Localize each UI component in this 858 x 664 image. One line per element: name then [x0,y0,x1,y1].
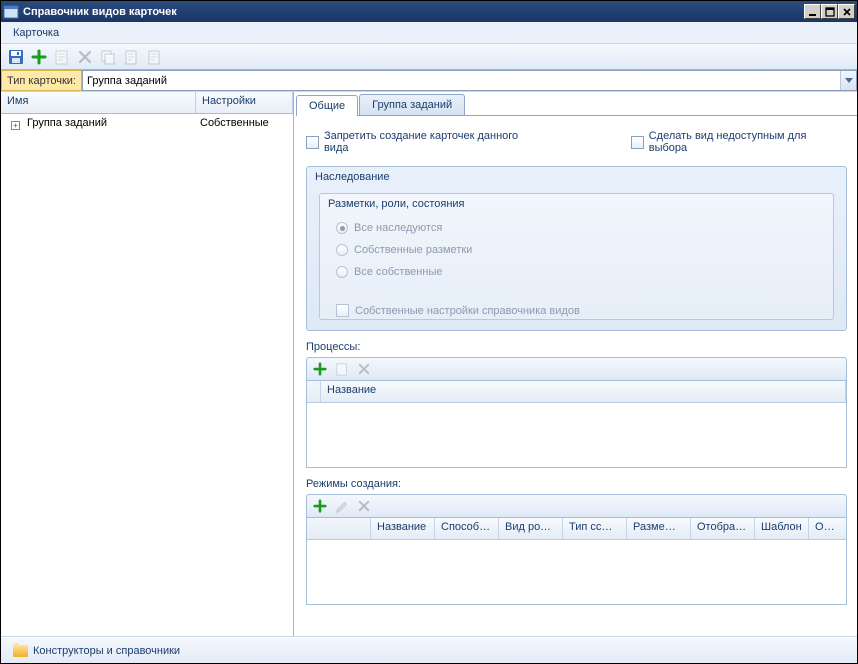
tree-col-settings[interactable]: Настройки [196,92,293,113]
processes-grid-header: Название [307,381,846,403]
status-constructors-label: Конструкторы и справочники [33,645,180,657]
modes-col-placement[interactable]: Размеще... [627,518,691,539]
modes-col-parent-kind[interactable]: Вид роди... [499,518,563,539]
tab-general[interactable]: Общие [296,95,358,116]
mode-delete-icon [356,498,372,514]
modes-grid: Название Способ с... Вид роди... Тип ссы… [306,518,847,605]
modes-col-template[interactable]: Шаблон [755,518,809,539]
doc1-icon [122,48,140,66]
folder-icon [13,645,28,657]
radio-own-layouts-label: Собственные разметки [354,244,472,256]
checks-row: Запретить создание карточек данного вида… [306,130,847,154]
processes-col-name[interactable]: Название [321,381,846,402]
check-own-settings-label: Собственные настройки справочника видов [355,305,580,317]
modes-col-link-type[interactable]: Тип ссылки [563,518,627,539]
modes-grid-header: Название Способ с... Вид роди... Тип ссы… [307,518,846,540]
tree-panel: Имя Настройки + Группа заданий Собственн… [1,92,294,636]
check-own-settings: Собственные настройки справочника видов [320,300,833,319]
tree-row[interactable]: + Группа заданий Собственные [1,114,293,132]
sub-fieldset-layouts: Разметки, роли, состояния Все наследуютс… [319,193,834,320]
minimize-button[interactable] [804,4,821,19]
add-icon[interactable] [30,48,48,66]
copy-icon [99,48,117,66]
fieldset-inheritance-title: Наследование [307,167,846,187]
modes-label: Режимы создания: [306,478,847,490]
card-type-row: Тип карточки: Группа заданий [1,70,857,92]
processes-toolbar [306,357,847,381]
mode-edit-icon [334,498,350,514]
processes-grid: Название [306,381,847,468]
modes-col-operations[interactable]: Операци... [809,518,846,539]
modes-col-method[interactable]: Способ с... [435,518,499,539]
app-icon [3,5,19,19]
edit-icon [53,48,71,66]
processes-grid-body[interactable] [307,403,846,467]
processes-label: Процессы: [306,341,847,353]
main-content: Имя Настройки + Группа заданий Собственн… [1,92,857,637]
process-edit-icon [334,361,350,377]
check-forbid-creation[interactable]: Запретить создание карточек данного вида [306,130,545,154]
status-constructors[interactable]: Конструкторы и справочники [7,643,186,659]
radio-all-inherited-label: Все наследуются [354,222,442,234]
checkbox-icon [631,136,644,149]
dropdown-icon[interactable] [840,71,856,90]
modes-toolbar [306,494,847,518]
delete-icon [76,48,94,66]
close-button[interactable] [838,4,855,19]
sub-fieldset-title: Разметки, роли, состояния [320,194,833,214]
status-bar: Конструкторы и справочники [1,637,857,663]
radio-all-own-label: Все собственные [354,266,442,278]
modes-grid-body[interactable] [307,540,846,604]
tree-row-name: Группа заданий [27,117,107,129]
check-make-unavailable[interactable]: Сделать вид недоступным для выбора [631,130,847,154]
window-buttons [804,4,855,19]
fieldset-inheritance: Наследование Разметки, роли, состояния В… [306,166,847,331]
card-type-select[interactable]: Группа заданий [82,70,857,91]
card-type-value: Группа заданий [87,75,167,87]
details-panel: Общие Группа заданий Запретить создание … [294,92,857,636]
checkbox-icon [336,304,349,317]
process-add-icon[interactable] [312,361,328,377]
expander-icon[interactable]: + [11,121,20,130]
tree-body: + Группа заданий Собственные [1,114,293,636]
process-delete-icon [356,361,372,377]
radio-own-layouts: Собственные разметки [336,244,817,256]
title-bar: Справочник видов карточек [1,1,857,22]
radio-icon [336,222,348,234]
modes-col-name[interactable]: Название [371,518,435,539]
tree-col-name[interactable]: Имя [1,92,196,113]
radio-all-own: Все собственные [336,266,817,278]
check-unavailable-label: Сделать вид недоступным для выбора [649,130,847,154]
tab-content-general: Запретить создание карточек данного вида… [296,116,857,636]
save-icon[interactable] [7,48,25,66]
mode-add-icon[interactable] [312,498,328,514]
grid-row-marker-col [307,381,321,402]
maximize-button[interactable] [821,4,838,19]
menu-card[interactable]: Карточка [7,25,65,41]
radio-icon [336,244,348,256]
card-type-label: Тип карточки: [1,70,82,91]
tabs: Общие Группа заданий [296,94,857,116]
tree-row-settings: Собственные [196,117,293,129]
tab-group[interactable]: Группа заданий [359,94,465,115]
modes-col-display[interactable]: Отображ... [691,518,755,539]
check-forbid-label: Запретить создание карточек данного вида [324,130,545,154]
main-toolbar [1,44,857,70]
radio-icon [336,266,348,278]
window-title: Справочник видов карточек [23,6,804,18]
grid-row-marker-col [307,518,371,539]
doc2-icon [145,48,163,66]
radio-all-inherited: Все наследуются [336,222,817,234]
checkbox-icon [306,136,319,149]
menu-bar: Карточка [1,22,857,44]
tree-header: Имя Настройки [1,92,293,114]
